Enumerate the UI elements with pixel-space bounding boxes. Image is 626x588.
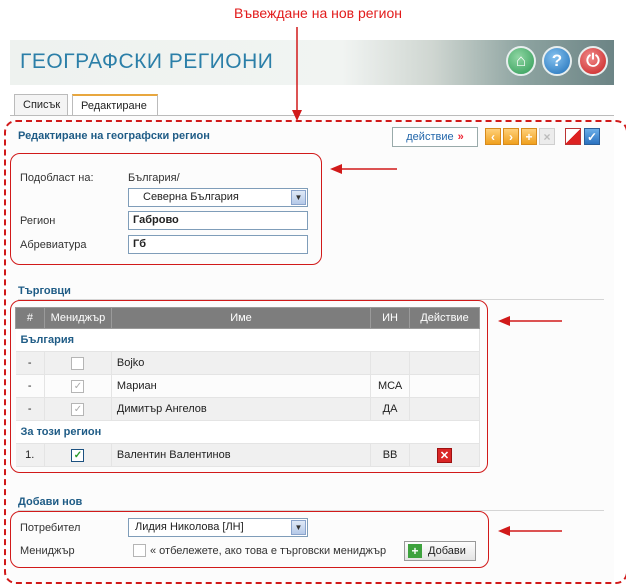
action-label: действие [406, 131, 454, 143]
user-select[interactable]: Лидия Николова [ЛН] ▼ [128, 518, 308, 537]
row-number: - [15, 374, 45, 398]
delete-record-button[interactable]: × [539, 128, 555, 145]
col-manager: Мениджър [43, 307, 112, 329]
trader-name: Валентин Валентинов [111, 443, 372, 467]
new-manager-checkbox[interactable] [133, 544, 146, 557]
home-icon[interactable]: ⌂ [506, 46, 536, 76]
parent-label: Подобласт на: [20, 172, 94, 184]
manager-checkbox[interactable]: ✓ [71, 402, 85, 416]
prev-button[interactable]: ‹ [485, 128, 501, 145]
edit-section-title: Редактиране на географски регион [18, 130, 210, 142]
trader-name: Димитър Ангелов [111, 397, 372, 421]
traders-divider [18, 299, 604, 300]
manager-label: Мениджър [20, 545, 75, 557]
tab-edit[interactable]: Редактиране [72, 94, 158, 116]
trader-in: ВВ [370, 443, 411, 467]
table-row: - ✓ Мариан МСА [15, 374, 480, 398]
region-field[interactable]: Габрово [128, 211, 308, 230]
page-title: ГЕОГРАФСКИ РЕГИОНИ [20, 50, 274, 73]
col-name: Име [110, 307, 372, 329]
manager-hint: « отбележете, ако това е търговски менид… [150, 545, 387, 557]
abbr-label: Абревиатура [20, 239, 87, 251]
action-arrow-icon: » [457, 131, 464, 143]
cancel-edit-button[interactable] [565, 128, 581, 145]
add-record-button[interactable]: + [521, 128, 537, 145]
power-icon[interactable]: ⏻ [578, 46, 608, 76]
traders-table: # Мениджър Име ИН Действие България - Bo… [15, 307, 480, 467]
table-row: 1. ✓ Валентин Валентинов ВВ ✕ [15, 443, 480, 467]
trader-in [370, 351, 411, 375]
plus-icon: + [408, 544, 422, 558]
table-row: - ✓ Димитър Ангелов ДА [15, 397, 480, 421]
trader-in: ДА [370, 397, 411, 421]
col-number: # [15, 307, 45, 329]
next-button[interactable]: › [503, 128, 519, 145]
table-row: - Bojko [15, 351, 480, 375]
abbr-field[interactable]: Гб [128, 235, 308, 254]
save-button[interactable]: ✓ [584, 128, 600, 145]
col-action: Действие [409, 307, 480, 329]
action-button[interactable]: действие» [392, 127, 478, 147]
group-header: За този регион [15, 420, 480, 444]
parent-select-value: Северна България [143, 191, 239, 203]
trader-in: МСА [370, 374, 411, 398]
add-button[interactable]: + Добави [404, 541, 476, 561]
region-label: Регион [20, 215, 56, 227]
delete-icon[interactable]: ✕ [437, 447, 453, 463]
user-label: Потребител [20, 522, 81, 534]
add-new-divider [18, 510, 604, 511]
manager-checkbox[interactable]: ✓ [71, 448, 85, 462]
manager-checkbox[interactable]: ✓ [71, 379, 85, 393]
add-button-label: Добави [428, 545, 466, 557]
trader-name: Bojko [111, 351, 372, 375]
col-in: ИН [370, 307, 411, 329]
manager-checkbox[interactable] [71, 356, 85, 370]
chevron-down-icon: ▼ [291, 520, 306, 535]
row-number: - [15, 351, 45, 375]
tab-list[interactable]: Списък [14, 94, 68, 116]
row-number: - [15, 397, 45, 421]
chevron-down-icon: ▼ [291, 190, 306, 205]
group-header: България [15, 328, 480, 352]
user-select-value: Лидия Николова [ЛН] [135, 521, 244, 533]
parent-select[interactable]: Северна България ▼ [128, 188, 308, 207]
row-number: 1. [15, 443, 45, 467]
annotation-title: Въвеждане на нов регион [234, 5, 402, 21]
app-header: ГЕОГРАФСКИ РЕГИОНИ ⌂ ? ⏻ [10, 40, 614, 85]
help-icon[interactable]: ? [542, 46, 572, 76]
parent-value: България/ [128, 172, 180, 184]
add-new-title: Добави нов [18, 496, 83, 508]
traders-title: Търговци [18, 285, 71, 297]
trader-name: Мариан [111, 374, 372, 398]
